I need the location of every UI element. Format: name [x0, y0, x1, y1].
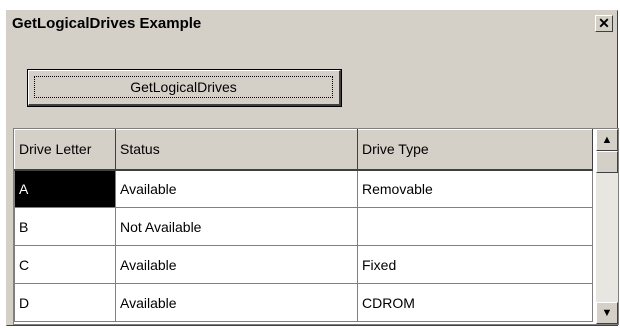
table-row[interactable]: B Not Available: [14, 207, 593, 246]
cell-status[interactable]: Not Available: [115, 207, 358, 246]
drives-table: Drive Letter Status Drive Type A Availab…: [14, 129, 593, 322]
column-header-drive-letter[interactable]: Drive Letter: [14, 129, 116, 171]
cell-drive-type[interactable]: CDROM: [357, 283, 593, 322]
cell-drive-type[interactable]: Fixed: [357, 245, 593, 284]
column-header-status[interactable]: Status: [115, 129, 358, 171]
cell-status[interactable]: Available: [115, 283, 358, 322]
cell-drive-letter[interactable]: A: [14, 169, 116, 208]
table-row[interactable]: D Available CDROM: [14, 283, 593, 322]
cell-status[interactable]: Available: [115, 245, 358, 284]
button-label: GetLogicalDrives: [34, 76, 333, 98]
app-window: GetLogicalDrives Example ✕ GetLogicalDri…: [6, 10, 619, 326]
cell-drive-letter[interactable]: B: [14, 207, 116, 246]
header-row: Drive Letter Status Drive Type: [14, 129, 593, 171]
title-bar: GetLogicalDrives Example ✕: [8, 12, 616, 36]
vertical-scrollbar[interactable]: ▲ ▼: [596, 129, 618, 324]
cell-drive-letter[interactable]: D: [14, 283, 116, 322]
column-header-drive-type[interactable]: Drive Type: [357, 129, 593, 171]
window-title: GetLogicalDrives Example: [12, 15, 202, 32]
scroll-down-arrow-icon[interactable]: ▼: [596, 302, 618, 324]
button-bevel: GetLogicalDrives: [28, 70, 341, 106]
cell-drive-letter[interactable]: C: [14, 245, 116, 284]
table-row[interactable]: C Available Fixed: [14, 245, 593, 284]
table-row[interactable]: A Available Removable: [14, 169, 593, 208]
cell-status[interactable]: Available: [115, 169, 358, 208]
get-logical-drives-button[interactable]: GetLogicalDrives: [27, 69, 342, 107]
scroll-up-arrow-icon[interactable]: ▲: [596, 129, 618, 151]
drives-grid[interactable]: Drive Letter Status Drive Type A Availab…: [13, 128, 619, 325]
close-button[interactable]: ✕: [595, 15, 613, 32]
cell-drive-type[interactable]: [357, 207, 593, 246]
cell-drive-type[interactable]: Removable: [357, 169, 593, 208]
scrollbar-thumb[interactable]: [596, 151, 618, 173]
